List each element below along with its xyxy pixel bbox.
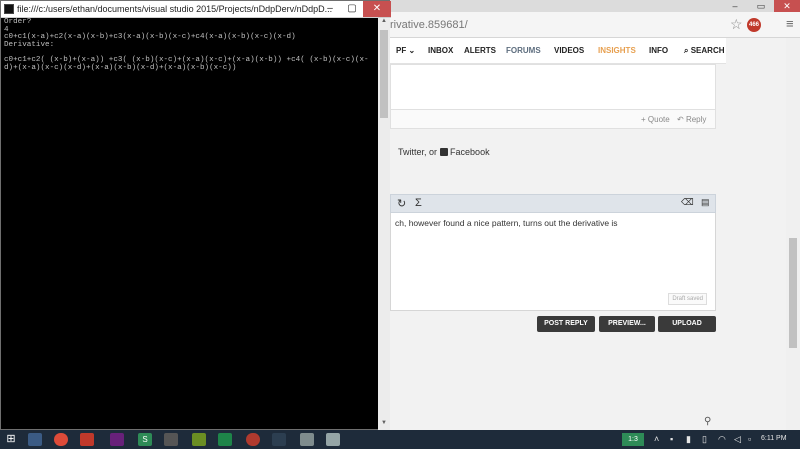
thread-page: + Quote ↶ Reply Twitter, or Facebook ↻ Σ…: [390, 64, 726, 430]
app-green-icon[interactable]: [218, 433, 232, 446]
console-window[interactable]: file:///c:/users/ethan/documents/visual …: [0, 0, 391, 430]
paint-icon[interactable]: [192, 433, 206, 446]
search-icon: ⌕: [684, 46, 689, 55]
draft-saved-indicator: Draft saved: [668, 293, 707, 305]
browser-window-controls: – ▭ ✕: [722, 0, 800, 12]
nav-forums[interactable]: FORUMS: [506, 46, 541, 55]
window-task-icon[interactable]: [300, 433, 314, 446]
reply-link[interactable]: ↶ Reply: [677, 115, 706, 124]
nav-info[interactable]: INFO: [649, 46, 668, 55]
tray-indicator[interactable]: 1:3: [622, 433, 644, 446]
undo-icon[interactable]: ↻: [397, 197, 406, 210]
page-scrollbar-thumb[interactable]: [789, 238, 797, 348]
visual-studio-icon[interactable]: [110, 433, 124, 446]
window-task-icon-2[interactable]: [326, 433, 340, 446]
start-windows-icon[interactable]: ⊞: [4, 433, 18, 446]
share-facebook-link[interactable]: Facebook: [450, 147, 490, 157]
menu-icon[interactable]: ≡: [786, 16, 794, 31]
eraser-icon[interactable]: ⌫: [681, 197, 694, 208]
sitemap-icon[interactable]: ⚲: [704, 416, 711, 427]
nav-insights[interactable]: INSIGHTS: [598, 46, 636, 55]
page-scrollbar[interactable]: [786, 38, 800, 430]
skype-icon[interactable]: S: [138, 433, 152, 446]
browser-tab-strip: – ▭ ✕: [390, 0, 800, 12]
nav-search[interactable]: ⌕ SEARCH: [684, 46, 725, 56]
post-reply-button[interactable]: POST REPLY: [537, 316, 595, 332]
share-twitter-text[interactable]: Twitter, or: [398, 147, 437, 157]
network-icon[interactable]: ▮: [686, 434, 691, 445]
console-scrollbar-thumb[interactable]: [380, 30, 388, 118]
chevron-down-icon: ⌄: [408, 46, 416, 55]
chrome-icon[interactable]: [54, 433, 68, 446]
media-icon[interactable]: [164, 433, 178, 446]
scroll-up-arrow-icon[interactable]: ▲: [378, 18, 390, 28]
console-title: file:///c:/users/ethan/documents/visual …: [17, 4, 333, 14]
nav-pf[interactable]: PF ⌄: [396, 46, 415, 55]
nav-videos[interactable]: VIDEOS: [554, 46, 584, 55]
sigma-icon[interactable]: Σ: [415, 197, 422, 209]
scroll-down-arrow-icon[interactable]: ▼: [378, 420, 390, 430]
console-maximize-button[interactable]: ▢: [341, 1, 363, 17]
url-text[interactable]: rivative.859681/: [390, 19, 468, 31]
clock[interactable]: 6:11 PM: [761, 435, 787, 442]
tray-up-arrow-icon[interactable]: ˄: [654, 434, 659, 444]
console-scrollbar[interactable]: ▲ ▼: [378, 18, 390, 430]
upload-button[interactable]: UPLOAD: [658, 316, 716, 332]
console-app-icon: [4, 4, 14, 14]
keyboard-icon[interactable]: ▫: [748, 434, 751, 444]
bookmark-star-icon[interactable]: ☆: [730, 16, 743, 33]
console-window-controls: – ▢ ✕: [319, 1, 391, 17]
volume-icon[interactable]: ◁: [734, 434, 741, 445]
document-icon[interactable]: ▤: [701, 197, 710, 208]
post-footer: + Quote ↶ Reply: [390, 109, 716, 129]
reply-icon: ↶: [677, 115, 684, 124]
console-titlebar[interactable]: file:///c:/users/ethan/documents/visual …: [1, 1, 391, 18]
site-navbar: PF ⌄ INBOX ALERTS FORUMS VIDEOS INSIGHTS…: [390, 38, 726, 64]
nav-alerts[interactable]: ALERTS: [464, 46, 496, 55]
tray-app-icon[interactable]: ▪: [670, 434, 673, 444]
preview-button[interactable]: PREVIEW...: [599, 316, 655, 332]
app-red-icon[interactable]: [80, 433, 94, 446]
taskbar: ⊞ S 1:3 ˄ ▪ ▮ ▯ ◠ ◁ ▫ 6:11 PM: [0, 430, 800, 449]
share-line: Twitter, or Facebook: [398, 147, 490, 157]
browser-minimize-button[interactable]: –: [722, 0, 748, 12]
reply-editor[interactable]: ch, however found a nice pattern, turns …: [390, 213, 716, 311]
wifi-icon[interactable]: ◠: [718, 434, 726, 445]
console-task-icon[interactable]: [272, 433, 286, 446]
editor-text[interactable]: ch, however found a nice pattern, turns …: [395, 218, 618, 228]
nav-inbox[interactable]: INBOX: [428, 46, 453, 55]
address-bar[interactable]: rivative.859681/ ☆ 466 ≡: [390, 12, 800, 38]
record-icon[interactable]: [246, 433, 260, 446]
file-explorer-icon[interactable]: [28, 433, 42, 446]
browser-close-button[interactable]: ✕: [774, 0, 800, 12]
browser-maximize-button[interactable]: ▭: [748, 0, 774, 12]
console-close-button[interactable]: ✕: [363, 1, 391, 17]
console-minimize-button[interactable]: –: [319, 1, 341, 17]
editor-toolbar: ↻ Σ ⌫ ▤: [390, 194, 716, 213]
facebook-icon: [439, 148, 448, 156]
quote-link[interactable]: + Quote: [641, 115, 670, 124]
battery-icon[interactable]: ▯: [702, 434, 707, 445]
console-output: Order? 4 c0+c1(x-a)+c2(x-a)(x-b)+c3(x-a)…: [4, 18, 369, 72]
extension-badge[interactable]: 466: [747, 18, 761, 32]
